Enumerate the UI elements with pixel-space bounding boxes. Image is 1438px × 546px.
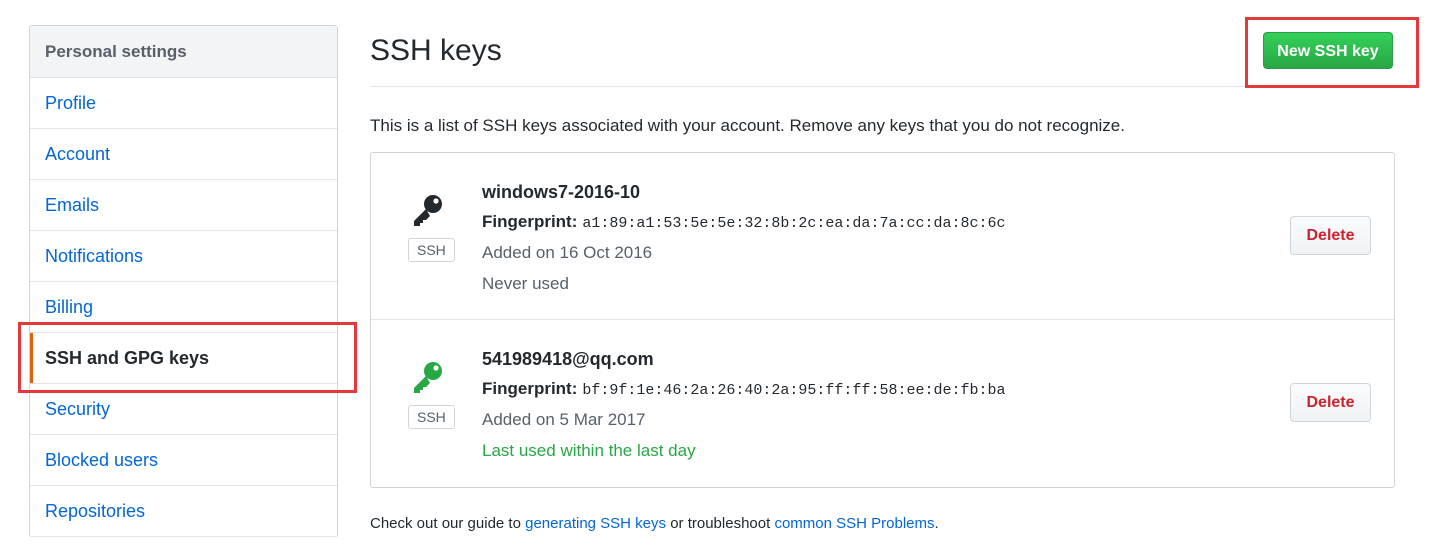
main-content: SSH keys New SSH key This is a list of S…	[370, 25, 1395, 532]
fingerprint-label: Fingerprint:	[482, 379, 578, 398]
generating-ssh-keys-link[interactable]: generating SSH keys	[525, 515, 666, 532]
key-icon-group: SSH	[408, 194, 456, 262]
fingerprint-label: Fingerprint:	[482, 212, 578, 231]
key-icon	[414, 195, 442, 226]
new-ssh-key-button[interactable]: New SSH key	[1263, 32, 1393, 69]
sidebar-item-profile[interactable]: Profile	[30, 78, 337, 129]
sidebar-item-billing[interactable]: Billing	[30, 282, 337, 333]
intro-text: This is a list of SSH keys associated wi…	[370, 116, 1125, 135]
fingerprint-value: a1:89:a1:53:5e:5e:32:8b:2c:ea:da:7a:cc:d…	[582, 215, 1006, 232]
key-title: 541989418@qq.com	[482, 349, 654, 369]
ssh-key-row: SSH 541989418@qq.com Fingerprint: bf:9f:1…	[371, 320, 1394, 487]
sidebar-item-ssh-gpg-keys[interactable]: SSH and GPG keys	[30, 333, 337, 384]
key-added-date: Added on 5 Mar 2017	[482, 410, 646, 429]
footer-middle: or troubleshoot	[670, 515, 771, 532]
key-icon-group: SSH	[408, 361, 456, 429]
key-info: windows7-2016-10 Fingerprint: a1:89:a1:53…	[482, 179, 1005, 299]
settings-page: Personal settings Profile Account Emails…	[0, 0, 1438, 546]
key-last-used: Never used	[482, 274, 569, 293]
footer-prefix: Check out our guide to	[370, 515, 521, 532]
ssh-key-row: SSH windows7-2016-10 Fingerprint: a1:89:a…	[371, 153, 1394, 320]
ssh-key-list: SSH windows7-2016-10 Fingerprint: a1:89:a…	[370, 152, 1395, 488]
sidebar-item-security[interactable]: Security	[30, 384, 337, 435]
fingerprint-value: bf:9f:1e:46:2a:26:40:2a:95:ff:ff:58:ee:d…	[582, 382, 1006, 399]
key-info: 541989418@qq.com Fingerprint: bf:9f:1e:46…	[482, 346, 1005, 466]
key-added-date: Added on 16 Oct 2016	[482, 243, 653, 262]
key-title: windows7-2016-10	[482, 182, 641, 202]
settings-sidebar: Personal settings Profile Account Emails…	[29, 25, 338, 537]
help-footer: Check out our guide to generating SSH ke…	[370, 515, 939, 532]
page-title: SSH keys	[370, 34, 502, 67]
sidebar-item-repositories[interactable]: Repositories	[30, 486, 337, 537]
sidebar-header: Personal settings	[30, 26, 337, 78]
sidebar-item-blocked-users[interactable]: Blocked users	[30, 435, 337, 486]
key-last-used: Last used within the last day	[482, 441, 696, 460]
key-icon	[414, 362, 442, 393]
footer-suffix: .	[934, 515, 939, 532]
sidebar-item-emails[interactable]: Emails	[30, 180, 337, 231]
fingerprint-line: Fingerprint: bf:9f:1e:46:2a:26:40:2a:95:f…	[482, 373, 1005, 404]
sidebar-item-account[interactable]: Account	[30, 129, 337, 180]
delete-key-button[interactable]: Delete	[1290, 216, 1371, 255]
ssh-type-badge: SSH	[408, 238, 455, 262]
ssh-type-badge: SSH	[408, 405, 455, 429]
fingerprint-line: Fingerprint: a1:89:a1:53:5e:5e:32:8b:2c:e…	[482, 206, 1005, 237]
sidebar-item-notifications[interactable]: Notifications	[30, 231, 337, 282]
page-header: SSH keys New SSH key	[370, 25, 1395, 87]
delete-key-button[interactable]: Delete	[1290, 383, 1371, 422]
common-ssh-problems-link[interactable]: common SSH Problems	[774, 515, 934, 532]
